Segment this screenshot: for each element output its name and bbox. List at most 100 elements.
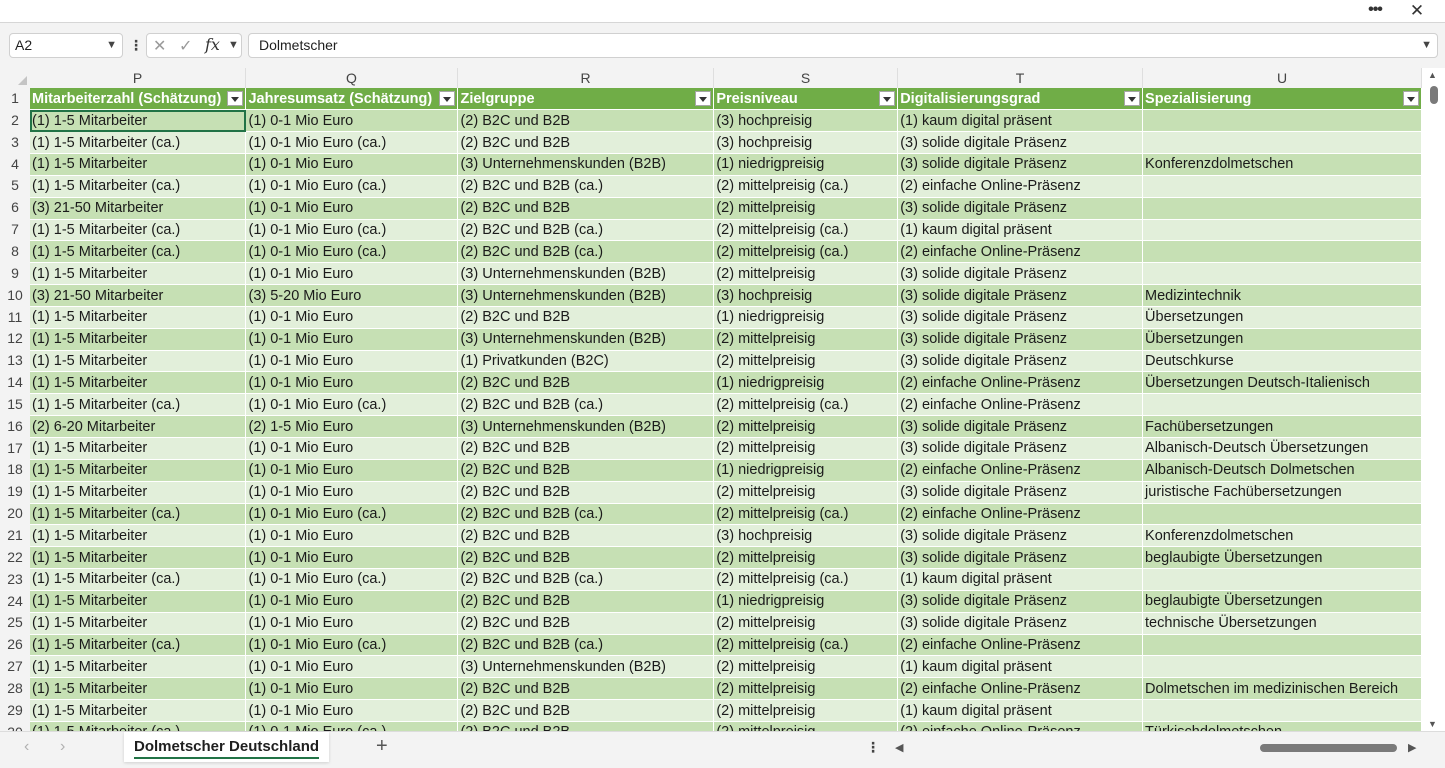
table-cell[interactable]: technische Übersetzungen: [1142, 612, 1422, 635]
row-header[interactable]: 30: [0, 722, 30, 731]
table-cell[interactable]: (1) 0-1 Mio Euro: [245, 655, 459, 679]
table-cell[interactable]: (1) 0-1 Mio Euro: [245, 612, 459, 635]
table-cell[interactable]: (2) mittelpreisig: [713, 655, 899, 679]
row-header[interactable]: 11: [0, 307, 30, 328]
table-cell[interactable]: (2) B2C und B2B (ca.): [457, 503, 715, 526]
row-header[interactable]: 22: [0, 547, 30, 568]
table-cell[interactable]: (1) 1-5 Mitarbeiter (ca.): [30, 240, 247, 264]
table-cell[interactable]: (1) 1-5 Mitarbeiter: [30, 481, 247, 504]
table-cell[interactable]: (1) niedrigpreisig: [713, 153, 899, 176]
table-cell[interactable]: (3) solide digitale Präsenz: [897, 262, 1144, 286]
table-cell[interactable]: (2) mittelpreisig: [713, 546, 899, 570]
table-cell[interactable]: (2) B2C und B2B: [457, 546, 715, 570]
table-cell[interactable]: (2) 1-5 Mio Euro: [245, 415, 459, 438]
table-cell[interactable]: (1) niedrigpreisig: [713, 371, 899, 395]
table-cell[interactable]: (1) 1-5 Mitarbeiter: [30, 546, 247, 570]
table-cell[interactable]: (2) B2C und B2B: [457, 131, 715, 155]
name-box[interactable]: A2 ▼: [9, 33, 123, 58]
table-cell[interactable]: (3) solide digitale Präsenz: [897, 481, 1144, 504]
row-header[interactable]: 18: [0, 459, 30, 480]
table-cell[interactable]: (3) 5-20 Mio Euro: [245, 284, 459, 307]
table-cell[interactable]: beglaubigte Übersetzungen: [1142, 590, 1422, 613]
table-cell[interactable]: (1) kaum digital präsent: [897, 219, 1144, 242]
enter-icon[interactable]: ✓: [179, 36, 192, 56]
table-cell[interactable]: (2) B2C und B2B: [457, 371, 715, 395]
table-cell[interactable]: (1) 0-1 Mio Euro (ca.): [245, 240, 459, 264]
table-cell[interactable]: (2) B2C und B2B: [457, 109, 715, 133]
table-cell[interactable]: (2) B2C und B2B: [457, 699, 715, 722]
row-header[interactable]: 13: [0, 350, 30, 371]
table-cell[interactable]: (2) B2C und B2B: [457, 459, 715, 482]
table-cell[interactable]: Übersetzungen: [1142, 328, 1422, 351]
table-cell[interactable]: [1142, 393, 1422, 417]
row-header[interactable]: 17: [0, 438, 30, 459]
table-cell[interactable]: (1) 1-5 Mitarbeiter (ca.): [30, 393, 247, 417]
add-sheet-button[interactable]: +: [376, 735, 388, 758]
row-header[interactable]: 5: [0, 175, 30, 196]
table-cell[interactable]: (3) 21-50 Mitarbeiter: [30, 284, 247, 307]
table-cell[interactable]: (3) solide digitale Präsenz: [897, 328, 1144, 351]
table-cell[interactable]: (1) 0-1 Mio Euro: [245, 197, 459, 220]
table-cell[interactable]: (1) 0-1 Mio Euro: [245, 677, 459, 701]
vertical-dots-icon[interactable]: ⋮: [129, 35, 143, 55]
table-cell[interactable]: (1) 0-1 Mio Euro: [245, 590, 459, 613]
table-cell[interactable]: (1) 0-1 Mio Euro (ca.): [245, 721, 459, 731]
table-cell[interactable]: (1) 1-5 Mitarbeiter (ca.): [30, 175, 247, 198]
table-cell[interactable]: (1) kaum digital präsent: [897, 699, 1144, 722]
table-cell[interactable]: (2) 6-20 Mitarbeiter: [30, 415, 247, 438]
table-cell[interactable]: (1) niedrigpreisig: [713, 306, 899, 329]
table-cell[interactable]: (2) B2C und B2B: [457, 437, 715, 460]
table-cell[interactable]: Türkischdolmetschen: [1142, 721, 1422, 731]
table-cell[interactable]: [1142, 568, 1422, 591]
table-cell[interactable]: (1) niedrigpreisig: [713, 459, 899, 482]
scroll-thumb[interactable]: [1430, 86, 1438, 104]
table-cell[interactable]: (2) B2C und B2B: [457, 590, 715, 613]
table-cell[interactable]: (1) 0-1 Mio Euro: [245, 153, 459, 176]
table-cell[interactable]: [1142, 699, 1422, 722]
table-cell[interactable]: (3) solide digitale Präsenz: [897, 131, 1144, 155]
table-cell[interactable]: (3) hochpreisig: [713, 284, 899, 307]
chevron-down-icon[interactable]: ▼: [228, 39, 239, 51]
table-cell[interactable]: (2) B2C und B2B: [457, 721, 715, 731]
table-cell[interactable]: (1) 0-1 Mio Euro (ca.): [245, 219, 459, 242]
vertical-dots-icon[interactable]: ⋮: [866, 739, 880, 756]
table-cell[interactable]: (1) kaum digital präsent: [897, 568, 1144, 591]
table-cell[interactable]: [1142, 240, 1422, 264]
table-cell[interactable]: [1142, 262, 1422, 286]
table-cell[interactable]: (2) mittelpreisig: [713, 612, 899, 635]
table-cell[interactable]: (1) 1-5 Mitarbeiter: [30, 524, 247, 548]
table-cell[interactable]: Fachübersetzungen: [1142, 415, 1422, 438]
table-cell[interactable]: (1) 1-5 Mitarbeiter: [30, 306, 247, 329]
table-cell[interactable]: (2) B2C und B2B (ca.): [457, 219, 715, 242]
table-cell[interactable]: (1) 1-5 Mitarbeiter (ca.): [30, 634, 247, 657]
row-header[interactable]: 16: [0, 416, 30, 437]
table-cell[interactable]: (1) 0-1 Mio Euro: [245, 481, 459, 504]
table-cell[interactable]: (2) B2C und B2B (ca.): [457, 568, 715, 591]
table-cell[interactable]: (2) B2C und B2B: [457, 524, 715, 548]
table-cell[interactable]: (2) mittelpreisig: [713, 721, 899, 731]
table-cell[interactable]: (3) solide digitale Präsenz: [897, 437, 1144, 460]
table-cell[interactable]: (2) einfache Online-Präsenz: [897, 393, 1144, 417]
next-sheet-icon[interactable]: ›: [60, 738, 65, 756]
table-header-cell[interactable]: Mitarbeiterzahl (Schätzung): [30, 88, 247, 111]
table-cell[interactable]: (2) mittelpreisig (ca.): [713, 634, 899, 657]
row-header[interactable]: 24: [0, 591, 30, 612]
table-cell[interactable]: (2) mittelpreisig: [713, 699, 899, 722]
table-cell[interactable]: (2) B2C und B2B (ca.): [457, 393, 715, 417]
table-cell[interactable]: (3) Unternehmenskunden (B2B): [457, 415, 715, 438]
row-header[interactable]: 23: [0, 569, 30, 590]
table-cell[interactable]: Konferenzdolmetschen: [1142, 153, 1422, 176]
table-cell[interactable]: (2) einfache Online-Präsenz: [897, 175, 1144, 198]
table-cell[interactable]: (1) 0-1 Mio Euro (ca.): [245, 568, 459, 591]
row-header[interactable]: 2: [0, 110, 30, 131]
table-cell[interactable]: (2) einfache Online-Präsenz: [897, 677, 1144, 701]
table-cell[interactable]: (2) B2C und B2B: [457, 306, 715, 329]
table-cell[interactable]: (3) solide digitale Präsenz: [897, 350, 1144, 373]
table-cell[interactable]: Dolmetschen im medizinischen Bereich: [1142, 677, 1422, 701]
table-header-cell[interactable]: Jahresumsatz (Schätzung): [245, 88, 459, 111]
table-cell[interactable]: (1) 0-1 Mio Euro: [245, 328, 459, 351]
table-cell[interactable]: (3) solide digitale Präsenz: [897, 612, 1144, 635]
table-cell[interactable]: (3) Unternehmenskunden (B2B): [457, 655, 715, 679]
scroll-left-icon[interactable]: ◀: [895, 741, 903, 754]
table-cell[interactable]: (1) 0-1 Mio Euro: [245, 459, 459, 482]
